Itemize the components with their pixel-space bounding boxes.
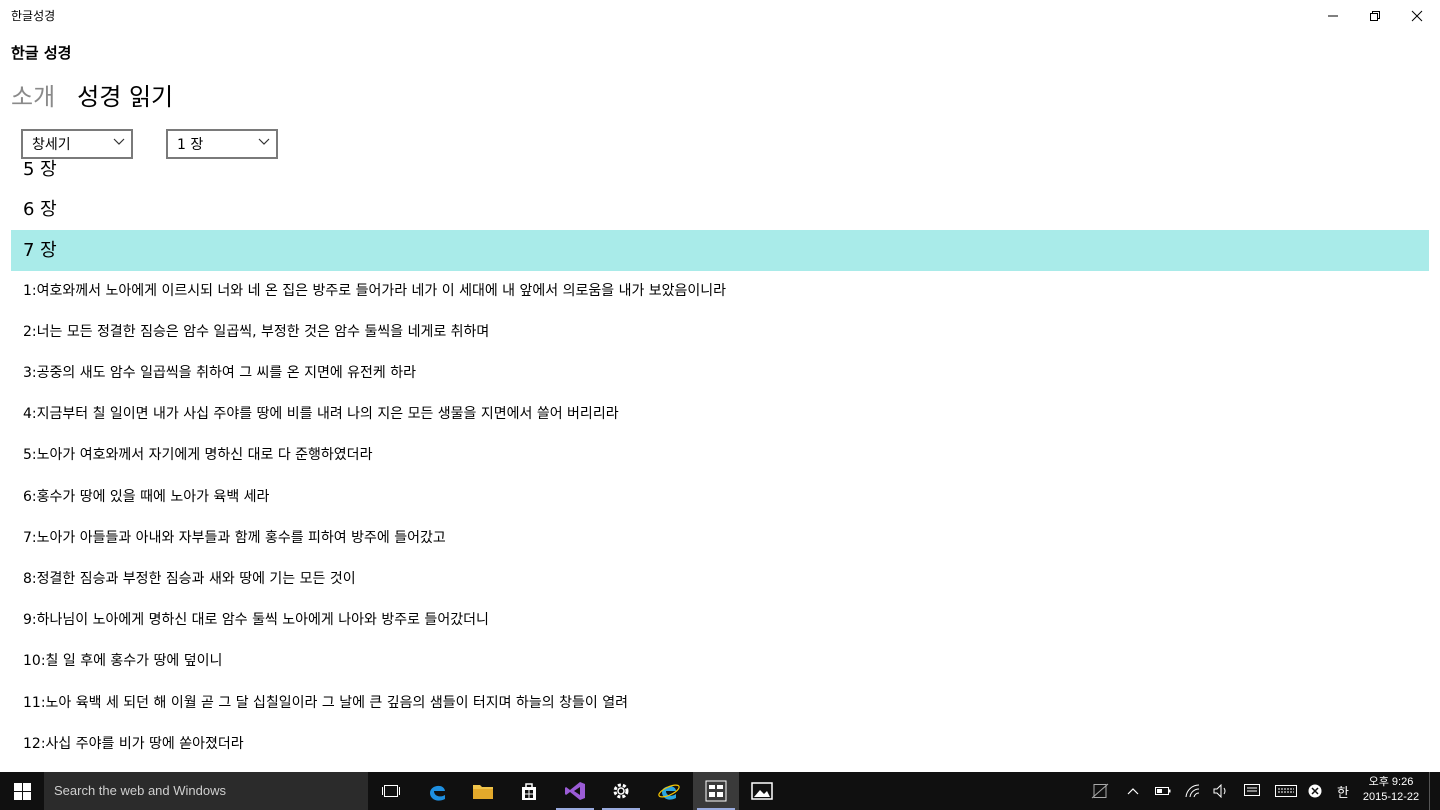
minimize-icon	[1328, 15, 1338, 17]
verse-item: 9:하나님이 노아에게 명하신 대로 암수 둘씩 노아에게 나아와 방주로 들어…	[23, 612, 489, 628]
chapter-item[interactable]: 6 장	[11, 189, 1429, 230]
verse-item: 8:정결한 짐승과 부정한 짐승과 새와 땅에 기는 모든 것이	[23, 571, 356, 587]
korean-bible-taskbar-button[interactable]	[693, 772, 739, 810]
clock-date: 2015-12-22	[1362, 791, 1420, 803]
edge-icon	[430, 785, 445, 801]
verse-item: 11:노아 육백 세 되던 해 이월 곧 그 달 십칠일이라 그 날에 큰 깊음…	[23, 695, 628, 711]
clock-time: 오후 9:26	[1368, 776, 1414, 788]
verse-item: 12:사십 주야를 비가 땅에 쏟아졌더라	[23, 736, 244, 752]
speaker-icon	[1213, 784, 1226, 798]
pivot-tabs: 소개 성경 읽기	[11, 80, 173, 116]
tray-ime-language[interactable]: 한	[1328, 772, 1358, 810]
tray-network[interactable]	[1178, 772, 1208, 810]
chapter-verse-list[interactable]: 5 장 6 장 7 장 1:여호와께서 노아에게 이르시되 너와 네 온 집은 …	[11, 149, 1429, 769]
photos-icon	[751, 782, 773, 800]
gear-icon	[613, 783, 629, 799]
wifi-icon	[1185, 784, 1200, 798]
taskbar: Search the web and Windows 한 오후 9:26 201…	[0, 772, 1440, 810]
tray-touch-keyboard[interactable]	[1271, 772, 1301, 810]
chevron-down-icon	[258, 138, 270, 145]
korean-bible-app-icon	[705, 780, 727, 802]
title-bar: 한글성경	[0, 0, 1440, 32]
edge-taskbar-button[interactable]	[414, 772, 460, 810]
tablet-mode-icon	[1091, 783, 1109, 799]
tray-ime-off[interactable]	[1300, 772, 1330, 810]
tray-volume[interactable]	[1206, 772, 1236, 810]
store-bag-icon	[522, 783, 536, 800]
tray-battery[interactable]	[1148, 772, 1178, 810]
show-desktop-button[interactable]	[1429, 772, 1440, 810]
verse-item: 3:공중의 새도 암수 일곱씩을 취하여 그 씨를 온 지면에 유전케 하라	[23, 365, 417, 381]
visual-studio-icon	[565, 782, 585, 800]
start-button[interactable]	[0, 772, 44, 810]
minimize-button[interactable]	[1310, 0, 1356, 32]
visual-studio-taskbar-button[interactable]	[552, 772, 598, 810]
chapter-item[interactable]: 5 장	[11, 149, 1429, 190]
close-button[interactable]	[1394, 0, 1440, 32]
keyboard-icon	[1275, 785, 1297, 797]
settings-taskbar-button[interactable]	[598, 772, 644, 810]
internet-explorer-icon	[658, 784, 680, 800]
restore-button[interactable]	[1352, 0, 1398, 32]
chevron-down-icon	[113, 138, 125, 145]
tab-read-bible[interactable]: 성경 읽기	[77, 80, 173, 116]
window-title: 한글성경	[11, 9, 56, 23]
chevron-up-icon	[1127, 788, 1139, 795]
task-view-button[interactable]	[368, 772, 414, 810]
verse-item: 4:지금부터 칠 일이면 내가 사십 주야를 땅에 비를 내려 나의 지은 모든…	[23, 406, 619, 422]
search-placeholder: Search the web and Windows	[54, 783, 226, 798]
ime-language-label: 한	[1337, 785, 1349, 801]
close-icon	[1411, 10, 1423, 22]
file-explorer-taskbar-button[interactable]	[460, 772, 506, 810]
task-view-icon	[382, 785, 400, 797]
tray-show-hidden[interactable]	[1118, 772, 1148, 810]
taskbar-search-box[interactable]: Search the web and Windows	[44, 772, 368, 810]
ime-close-icon	[1308, 784, 1322, 798]
tray-tablet-mode[interactable]	[1085, 772, 1115, 810]
verse-item: 2:너는 모든 정결한 짐승은 암수 일곱씩, 부정한 것은 암수 둘씩을 네게…	[23, 324, 490, 340]
restore-icon	[1370, 11, 1380, 21]
verse-item: 7:노아가 아들들과 아내와 자부들과 함께 홍수를 피하여 방주에 들어갔고	[23, 530, 446, 546]
tray-action-center[interactable]	[1237, 772, 1267, 810]
verse-item: 5:노아가 여호와께서 자기에게 명하신 대로 다 준행하였더라	[23, 447, 373, 463]
photos-taskbar-button[interactable]	[739, 772, 785, 810]
verse-item: 10:칠 일 후에 홍수가 땅에 덮이니	[23, 653, 223, 669]
chapter-item-selected[interactable]: 7 장	[11, 230, 1429, 271]
app-header: 한글 성경	[11, 44, 72, 62]
folder-icon	[473, 785, 493, 799]
store-taskbar-button[interactable]	[506, 772, 552, 810]
taskbar-clock[interactable]: 오후 9:26 2015-12-22	[1356, 775, 1426, 805]
battery-icon	[1155, 787, 1171, 795]
verse-item: 1:여호와께서 노아에게 이르시되 너와 네 온 집은 방주로 들어가라 네가 …	[23, 283, 727, 299]
action-center-icon	[1244, 784, 1260, 796]
windows-logo-icon	[13, 782, 31, 800]
verse-item: 6:홍수가 땅에 있을 때에 노아가 육백 세라	[23, 489, 270, 505]
internet-explorer-taskbar-button[interactable]	[646, 772, 692, 810]
tab-intro[interactable]: 소개	[11, 80, 55, 116]
